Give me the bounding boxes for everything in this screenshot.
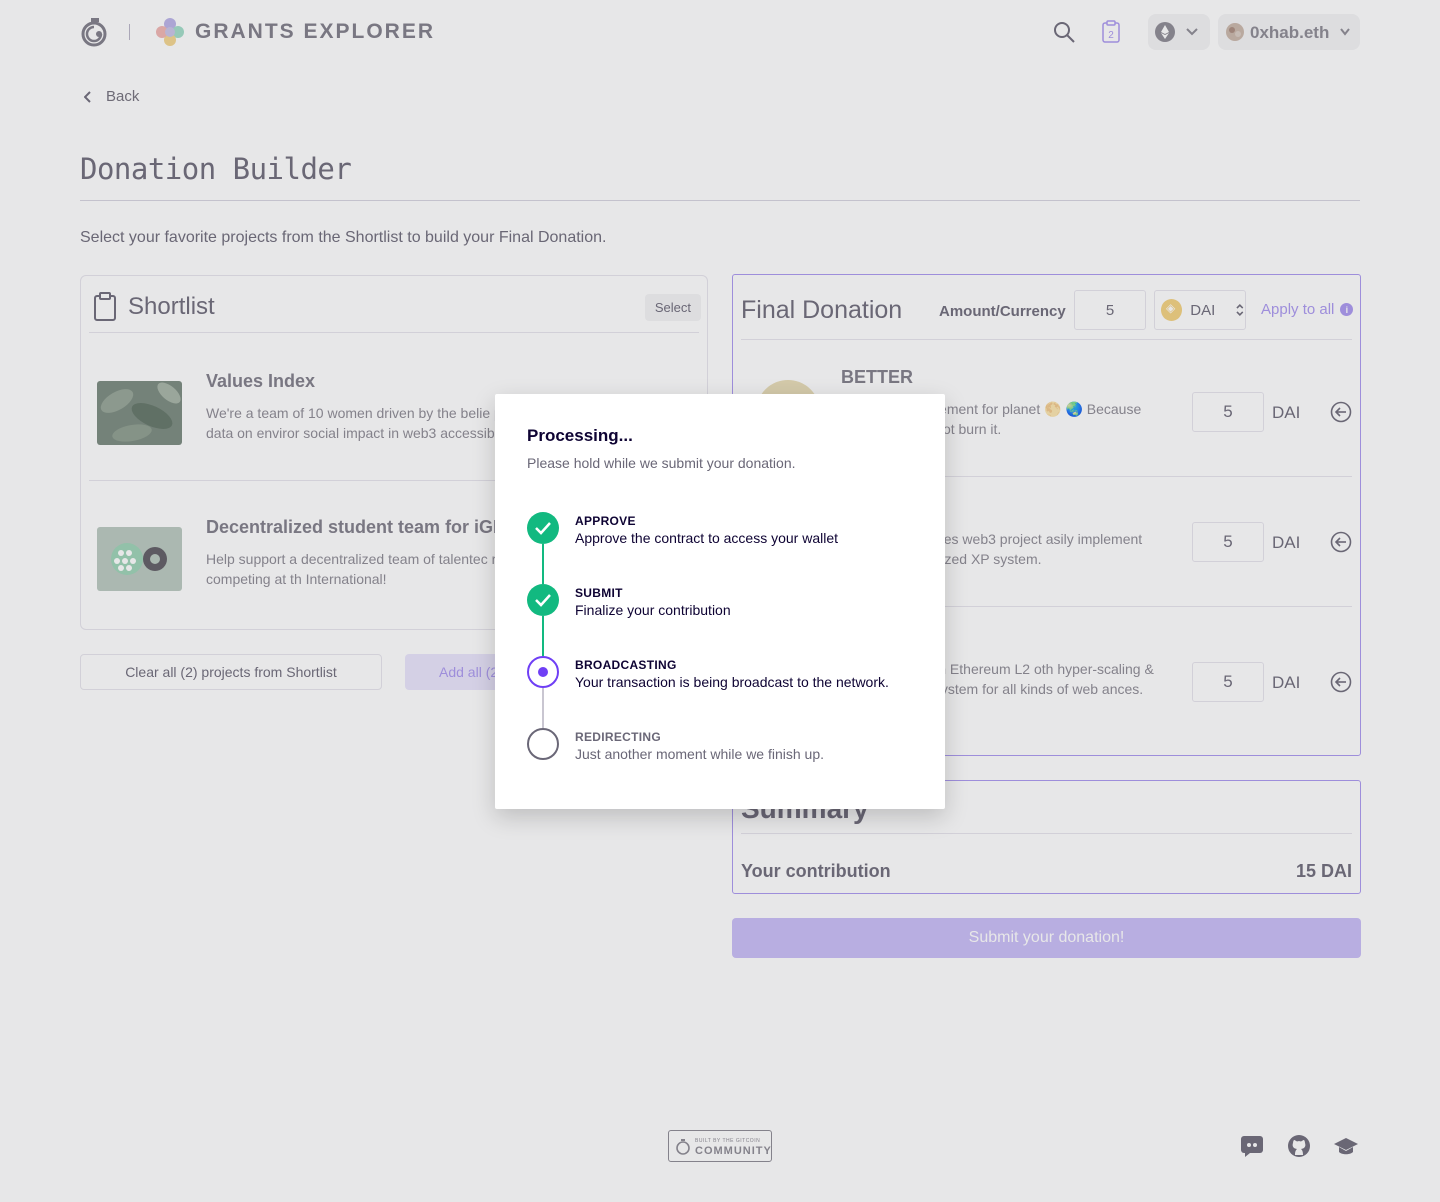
step-redirecting: REDIRECTING Just another moment while we… [527, 728, 927, 768]
step-approve: APPROVE Approve the contract to access y… [527, 512, 927, 552]
step-name: BROADCASTING [575, 658, 677, 672]
progress-dot-icon [527, 656, 559, 688]
step-broadcasting: BROADCASTING Your transaction is being b… [527, 656, 927, 696]
step-description: Just another moment while we finish up. [575, 746, 825, 762]
step-description: Finalize your contribution [575, 602, 731, 618]
step-name: APPROVE [575, 514, 636, 528]
modal-title: Processing... [527, 426, 633, 445]
check-icon [527, 512, 559, 544]
empty-circle-icon [527, 728, 559, 760]
check-icon [527, 584, 559, 616]
step-name: REDIRECTING [575, 730, 661, 744]
processing-modal: Processing... Please hold while we submi… [495, 394, 945, 809]
step-name: SUBMIT [575, 586, 623, 600]
step-description: Your transaction is being broadcast to t… [575, 674, 889, 690]
modal-subtitle: Please hold while we submit your donatio… [527, 455, 796, 471]
step-description: Approve the contract to access your wall… [575, 530, 839, 546]
step-submit: SUBMIT Finalize your contribution [527, 584, 927, 624]
